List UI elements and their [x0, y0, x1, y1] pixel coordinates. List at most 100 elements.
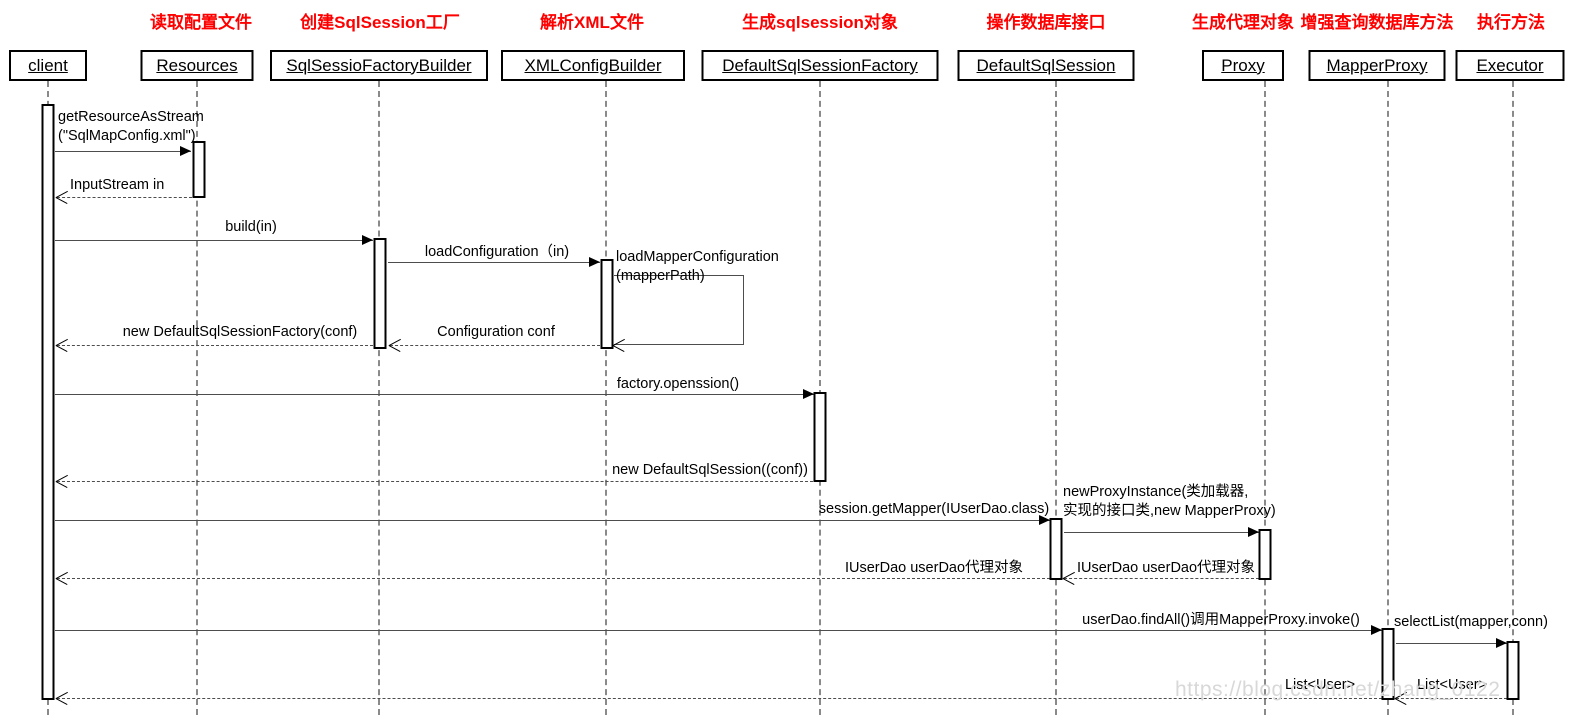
message-label-line: new DefaultSqlSession((conf))	[612, 462, 808, 478]
message-label-input-stream-in-return: InputStream in	[70, 176, 164, 195]
arrow-head-load-configuration	[589, 257, 600, 267]
message-label-userdao-findall-invoke: userDao.findAll()调用MapperProxy.invoke()	[1082, 611, 1360, 630]
arrow-stroke-b	[55, 578, 68, 585]
message-label-line: (mapperPath)	[616, 268, 705, 284]
arrow-stroke-a	[56, 190, 68, 198]
message-line-iuserdao-proxy-return-to-session	[1064, 578, 1259, 579]
message-label-line: getResourceAsStream	[58, 109, 204, 125]
message-line-get-resource-as-stream	[55, 151, 191, 152]
arrow-head-new-proxy-instance	[1248, 527, 1259, 537]
message-label-line: new DefaultSqlSessionFactory(conf)	[122, 324, 358, 340]
arrow-stroke-a	[389, 338, 401, 346]
message-label-line: build(in)	[225, 219, 277, 235]
arrow-stroke-a	[56, 474, 68, 482]
actor-box-default-sql-session-factory[interactable]: DefaultSqlSessionFactory	[701, 50, 939, 81]
arrow-stroke-b	[55, 197, 68, 204]
annotation-label-7: 执行方法	[1477, 13, 1545, 32]
actor-label-default-sql-session: DefaultSqlSession	[976, 55, 1116, 75]
actor-label-sql-session-factory-builder: SqlSessioFactoryBuilder	[286, 55, 472, 75]
message-label-get-resource-as-stream: getResourceAsStream ("SqlMapConfig.xml")	[58, 108, 204, 146]
arrow-head-factory-opensession	[803, 389, 814, 399]
annotation-label-2: 解析XML文件	[540, 13, 644, 32]
message-label-select-list: selectList(mapper,conn)	[1394, 613, 1548, 632]
message-label-factory-opensession: factory.openssion()	[617, 375, 739, 394]
message-label-new-default-sql-session-factory-return: new DefaultSqlSessionFactory(conf)	[123, 323, 358, 342]
message-label-new-default-sql-session-return: new DefaultSqlSession((conf))	[612, 461, 808, 480]
actor-box-sql-session-factory-builder[interactable]: SqlSessioFactoryBuilder	[270, 50, 488, 81]
annotation-label-3: 生成sqlsession对象	[742, 13, 898, 32]
arrow-head-load-mapper-configuration	[612, 338, 625, 352]
message-line-new-proxy-instance	[1064, 532, 1259, 533]
actor-box-executor[interactable]: Executor	[1455, 50, 1565, 81]
arrow-head-iuserdao-proxy-return-to-session	[1062, 571, 1075, 585]
message-label-line: newProxyInstance(类加载器,	[1063, 484, 1249, 500]
actor-label-resources: Resources	[156, 55, 238, 75]
arrow-head-list-user-return-to-client	[55, 691, 68, 705]
message-line-factory-opensession	[55, 394, 814, 395]
annotation-label-5: 生成代理对象	[1192, 13, 1294, 32]
arrow-head-new-default-sql-session-factory-return	[55, 338, 68, 352]
activation-bar-default-sql-session	[1049, 518, 1063, 580]
arrow-stroke-a	[56, 338, 68, 346]
arrow-stroke-b	[55, 481, 68, 488]
annotation-label-6: 增强查询数据库方法	[1300, 13, 1454, 32]
arrow-stroke-b	[388, 345, 401, 352]
actor-box-default-sql-session[interactable]: DefaultSqlSession	[957, 50, 1135, 81]
arrow-head-select-list	[1496, 638, 1507, 648]
activation-bar-resources	[192, 141, 206, 198]
arrow-head-input-stream-in-return	[55, 190, 68, 204]
message-label-load-mapper-configuration: loadMapperConfiguration (mapperPath)	[616, 248, 779, 286]
message-line-session-get-mapper	[55, 520, 1050, 521]
message-label-session-get-mapper: session.getMapper(IUserDao.class)	[819, 500, 1049, 519]
arrow-stroke-b	[55, 698, 68, 705]
actor-label-executor: Executor	[1476, 55, 1544, 75]
message-label-iuserdao-proxy-return-to-session: IUserDao userDao代理对象	[1077, 559, 1255, 578]
message-line-configuration-conf-return	[390, 345, 600, 346]
message-line-build-in	[55, 240, 373, 241]
arrow-head-configuration-conf-return	[388, 338, 401, 352]
activation-bar-sql-session-factory-builder	[373, 238, 387, 349]
arrow-stroke-a	[56, 571, 68, 579]
lifeline-sql-session-factory-builder	[378, 81, 380, 715]
message-label-line: loadMapperConfiguration	[616, 249, 779, 265]
arrow-head-get-resource-as-stream	[180, 146, 191, 156]
watermark: https://blog.csdn.net/zhang_0122	[1175, 678, 1501, 701]
message-label-line: ("SqlMapConfig.xml")	[58, 128, 196, 144]
activation-bar-proxy	[1258, 529, 1272, 580]
message-label-line: Configuration conf	[437, 324, 555, 340]
message-label-iuserdao-proxy-return-to-client: IUserDao userDao代理对象	[845, 559, 1023, 578]
message-line-input-stream-in-return	[57, 197, 192, 198]
actor-label-client: client	[28, 55, 68, 75]
lifeline-mapper-proxy	[1387, 81, 1389, 715]
actor-box-resources[interactable]: Resources	[140, 50, 254, 81]
message-label-line: InputStream in	[70, 177, 165, 193]
actor-box-xml-config-builder[interactable]: XMLConfigBuilder	[501, 50, 685, 81]
arrow-head-iuserdao-proxy-return-to-client	[55, 571, 68, 585]
arrow-stroke-b	[612, 345, 625, 352]
message-label-configuration-conf-return: Configuration conf	[437, 323, 555, 342]
sequence-diagram-canvas: 读取配置文件 创建SqlSession工厂 解析XML文件 生成sqlsession对…	[0, 0, 1579, 715]
arrow-stroke-a	[56, 691, 68, 699]
lifeline-xml-config-builder	[605, 81, 607, 715]
lifeline-default-sql-session	[1055, 81, 1057, 715]
message-line-load-configuration	[388, 262, 600, 263]
message-label-line: 实现的接口类,new MapperProxy)	[1063, 503, 1276, 519]
arrow-head-userdao-findall-invoke	[1371, 625, 1382, 635]
message-label-line: factory.openssion()	[616, 376, 740, 392]
activation-bar-executor	[1506, 641, 1520, 700]
actor-box-proxy[interactable]: Proxy	[1202, 50, 1284, 81]
arrow-stroke-b	[55, 345, 68, 352]
message-label-new-proxy-instance: newProxyInstance(类加载器, 实现的接口类,new MapperP…	[1063, 483, 1276, 521]
message-label-line: userDao.findAll()调用MapperProxy.invoke()	[1082, 612, 1360, 628]
actor-box-client[interactable]: client	[9, 50, 87, 81]
annotation-label-1: 创建SqlSession工厂	[300, 13, 460, 32]
activation-bar-default-sql-session-factory	[813, 392, 827, 482]
actor-label-mapper-proxy: MapperProxy	[1326, 55, 1428, 75]
arrow-stroke-b	[1062, 578, 1075, 585]
annotation-label-0: 读取配置文件	[150, 13, 252, 32]
message-line-select-list	[1396, 643, 1507, 644]
message-label-line: IUserDao userDao代理对象	[1076, 560, 1256, 576]
arrow-stroke-a	[613, 338, 625, 346]
actor-box-mapper-proxy[interactable]: MapperProxy	[1308, 50, 1446, 81]
message-label-line: loadConfiguration（in)	[424, 244, 570, 260]
